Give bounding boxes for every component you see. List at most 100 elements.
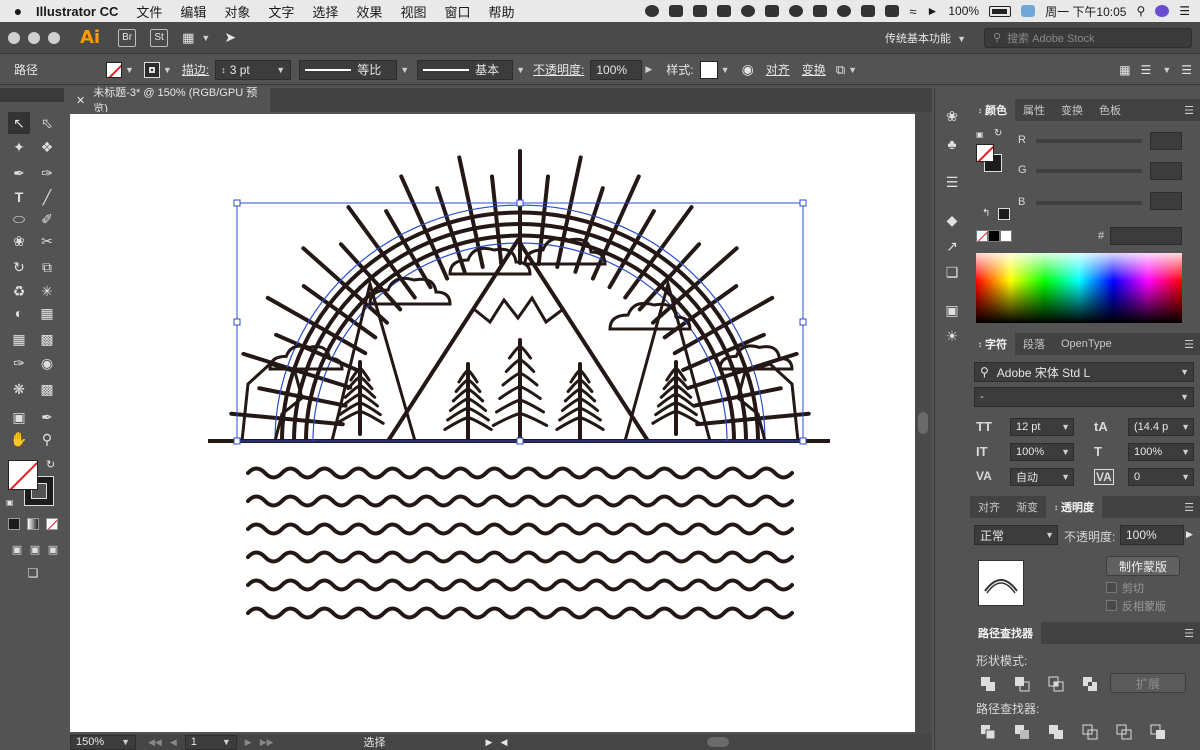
wave-line[interactable] (246, 550, 794, 564)
chevron-down-icon[interactable]: ▼ (201, 33, 210, 43)
gradient-mode-button[interactable] (27, 518, 39, 530)
chevron-down-icon[interactable]: ▼ (848, 65, 857, 75)
airplay-icon[interactable] (861, 5, 876, 17)
screen-mode-icon[interactable]: ❏ (22, 562, 44, 584)
rotate-tool-icon[interactable]: ↻ (8, 256, 30, 278)
paintbrush-tool-icon[interactable]: ✐ (36, 208, 58, 230)
selection-tool-icon[interactable]: ↖ (8, 112, 30, 134)
outline-icon[interactable] (1116, 724, 1132, 740)
menu-effect[interactable]: 效果 (356, 2, 382, 21)
panel-menu-icon[interactable]: ☰ (1184, 104, 1194, 117)
bounding-box-handle[interactable] (516, 437, 524, 445)
color-panel-swap-icon[interactable]: ↻ (994, 128, 1002, 139)
font-style-select[interactable]: - ▼ (974, 387, 1194, 407)
menu-edit[interactable]: 编辑 (180, 2, 206, 21)
opacity-label[interactable]: 不透明度: (533, 61, 584, 78)
tab-character[interactable]: ↕ 字符 (970, 333, 1015, 355)
horizontal-scale-field[interactable]: 100% ▼ (1128, 443, 1194, 461)
crop-icon[interactable] (1082, 724, 1098, 740)
window-close-button[interactable] (8, 31, 20, 44)
swap-fill-stroke-icon[interactable]: ↻ (46, 458, 55, 471)
intersect-icon[interactable] (1048, 676, 1064, 692)
eyedropper-tool-icon[interactable]: ✑ (8, 352, 30, 374)
status-text[interactable]: 选择 (364, 734, 386, 750)
menu-window[interactable]: 窗口 (444, 2, 470, 21)
color-panel-fill-swatch[interactable] (976, 144, 994, 162)
line-tool-icon[interactable]: ╱ (36, 186, 58, 208)
siri-icon[interactable] (1155, 5, 1170, 17)
chevron-down-icon[interactable]: ▼ (721, 65, 730, 75)
minus-front-icon[interactable] (1014, 676, 1030, 692)
tab-pathfinder[interactable]: 路径查找器 (970, 622, 1041, 644)
clock[interactable]: 周一 下午10:05 (1045, 3, 1126, 20)
chevron-down-icon[interactable]: ▼ (400, 65, 409, 75)
make-mask-button[interactable]: 制作蒙版 (1106, 556, 1180, 576)
stroke-panel-icon[interactable]: ☰ (943, 174, 961, 192)
brush-definition[interactable]: 基本 (417, 59, 514, 80)
align-link[interactable]: 对齐 (766, 61, 790, 78)
lasso-tool-icon[interactable]: ❖ (36, 136, 58, 158)
horizontal-scroll-thumb[interactable] (707, 737, 730, 747)
panel-menu-icon[interactable]: ☰ (1184, 501, 1194, 514)
channel-g-slider[interactable] (1036, 169, 1142, 173)
invert-mask-checkbox[interactable] (1106, 600, 1117, 611)
tracking-field[interactable]: 0 ▼ (1128, 468, 1194, 486)
arrange-panel-icon[interactable]: ▦ (1119, 63, 1130, 77)
wave-line[interactable] (246, 606, 794, 620)
zoom-field[interactable]: 150% ▼ (70, 734, 136, 750)
align-panel-icon[interactable]: ☰ (1141, 63, 1152, 77)
last-color-swatch[interactable] (998, 208, 1010, 220)
slice-tool-icon[interactable]: ✒ (36, 406, 58, 428)
artboards-icon[interactable]: ❏ (943, 264, 961, 282)
wave-line[interactable] (246, 522, 794, 536)
bridge-button[interactable]: Br (118, 28, 137, 47)
leading-field[interactable]: (14.4 p ▼ (1128, 418, 1194, 436)
color-panel-fill-icon[interactable]: ▣ (976, 130, 986, 140)
bounding-box-handle[interactable] (799, 199, 807, 207)
sun-ray[interactable] (229, 411, 345, 427)
tray-app-icon[interactable] (645, 5, 660, 17)
mesh-tool-icon[interactable]: ▦ (8, 328, 30, 350)
volume-icon[interactable]: ► (926, 4, 938, 18)
color-mode-button[interactable] (8, 518, 20, 530)
app-menu[interactable]: Illustrator CC (36, 4, 118, 19)
next-artboard-icon[interactable]: ▶ (245, 737, 252, 748)
none-mode-button[interactable] (46, 518, 58, 530)
type-tool-icon[interactable]: T (8, 186, 30, 208)
battery-icon[interactable] (989, 5, 1012, 17)
tray-calendar-icon[interactable] (717, 5, 732, 17)
chevron-down-icon[interactable]: ▼ (222, 737, 231, 747)
zoom-tool-icon[interactable]: ⚲ (36, 428, 58, 450)
artboard-tool-icon[interactable]: ▣ (8, 406, 30, 428)
channel-g-value[interactable] (1150, 162, 1182, 180)
control-menu-icon[interactable]: ☰ (1181, 63, 1192, 77)
channel-b-slider[interactable] (1036, 201, 1142, 205)
artboard[interactable] (70, 114, 915, 732)
menu-view[interactable]: 视图 (400, 2, 426, 21)
chevron-down-icon[interactable]: ▼ (516, 65, 525, 75)
unite-icon[interactable] (980, 676, 996, 692)
clip-checkbox[interactable] (1106, 582, 1117, 593)
object-thumbnail[interactable] (978, 560, 1024, 606)
fill-indicator[interactable] (8, 460, 38, 490)
hex-input[interactable] (1110, 227, 1182, 245)
pine-tree[interactable] (443, 362, 493, 443)
arrange-documents-icon[interactable]: ▦ (182, 30, 194, 46)
column-graph-tool-icon[interactable]: ▩ (36, 378, 58, 400)
last-artboard-icon[interactable]: ▶▶ (260, 737, 274, 748)
tray-evernote-icon[interactable] (693, 5, 708, 17)
vertical-scale-field[interactable]: 100% ▼ (1010, 443, 1074, 461)
transform-link[interactable]: 变换 (802, 61, 826, 78)
exclude-icon[interactable] (1082, 676, 1098, 692)
tray-send-icon[interactable] (669, 5, 684, 17)
window-minimize-button[interactable] (28, 31, 40, 44)
tab-opentype[interactable]: OpenType (1053, 333, 1120, 355)
tray-cloud-icon[interactable] (789, 5, 804, 17)
channel-b-value[interactable] (1150, 192, 1182, 210)
stroke-label[interactable]: 描边: (182, 61, 209, 78)
chevron-down-icon[interactable]: ▼ (163, 65, 172, 75)
ellipse-tool-icon[interactable]: ⬭ (8, 208, 30, 230)
blend-tool-icon[interactable]: ◉ (36, 352, 58, 374)
blend-mode-select[interactable]: 正常 ▼ (974, 525, 1058, 545)
tray-bird-icon[interactable] (765, 5, 780, 17)
